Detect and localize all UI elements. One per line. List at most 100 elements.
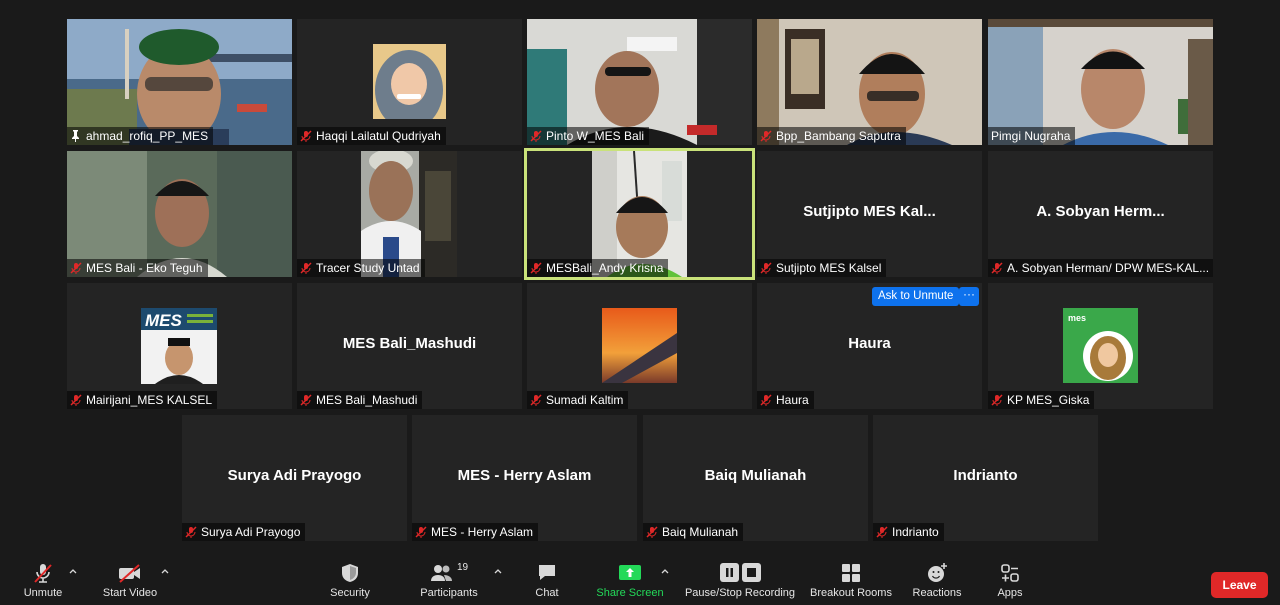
share-screen-icon (619, 565, 641, 580)
participant-name-tag: Haura (757, 391, 814, 409)
participant-tile-sumadi[interactable]: Sumadi Kaltim (527, 283, 752, 409)
participant-tile-eko-teguh[interactable]: MES Bali - Eko Teguh (67, 151, 292, 277)
chevron-up-icon[interactable] (661, 568, 669, 574)
muted-mic-icon (415, 526, 427, 538)
participant-tile-tracer-study[interactable]: Tracer Study Untad (297, 151, 522, 277)
participant-name-tag: Surya Adi Prayogo (182, 523, 306, 541)
participant-name-tag: MES Bali_Mashudi (297, 391, 423, 409)
meeting-toolbar: Unmute Start Video Security 19 Participa… (0, 550, 1280, 605)
profile-photo (373, 44, 446, 119)
muted-mic-icon (530, 394, 542, 406)
participant-tile-haqqi[interactable]: Haqqi Lailatul Qudriyah (297, 19, 522, 145)
profile-photo: mes (1063, 308, 1138, 383)
participant-display-name: Sutjipto MES Kal... (803, 203, 936, 220)
muted-mic-icon (991, 394, 1003, 406)
chevron-up-icon[interactable] (161, 568, 169, 574)
muted-mic-icon (300, 394, 312, 406)
muted-mic-icon (876, 526, 888, 538)
participant-name-tag: Sumadi Kaltim (527, 391, 629, 409)
pause-stop-recording-button[interactable]: Pause/Stop Recording (684, 562, 796, 599)
participant-display-name: MES Bali_Mashudi (342, 335, 477, 352)
shield-icon (342, 564, 358, 582)
pause-stop-icon (720, 563, 761, 582)
participant-tile-haura[interactable]: Ask to Unmute ··· Haura Haura (757, 283, 982, 409)
mes-logo-text: mes (1068, 313, 1086, 323)
participant-tile-surya[interactable]: Surya Adi Prayogo Surya Adi Prayogo (182, 415, 407, 541)
muted-mic-icon (70, 394, 82, 406)
participant-display-name: Baiq Mulianah (704, 467, 807, 484)
breakout-rooms-button[interactable]: Breakout Rooms (808, 562, 894, 599)
participant-tile-mashudi[interactable]: MES Bali_Mashudi MES Bali_Mashudi (297, 283, 522, 409)
leave-button[interactable]: Leave (1211, 572, 1268, 598)
muted-mic-icon (646, 526, 658, 538)
profile-photo (602, 308, 677, 383)
participant-name-tag: MES - Herry Aslam (412, 523, 539, 541)
participants-count: 19 (456, 562, 469, 573)
pin-icon (72, 130, 79, 142)
participant-tile-pinto[interactable]: Pinto W_MES Bali (527, 19, 752, 145)
participant-name-tag: Baiq Mulianah (643, 523, 744, 541)
start-video-button[interactable]: Start Video (100, 562, 160, 599)
breakout-rooms-icon (842, 564, 860, 582)
reactions-button[interactable]: Reactions (909, 562, 965, 599)
muted-mic-icon (70, 262, 82, 274)
muted-mic-icon (760, 394, 772, 406)
video-grid: ahmad_rofiq_PP_MES Haqqi Lailatul Qudriy… (0, 0, 1280, 548)
participant-tile-andy-krisna[interactable]: MESBali_Andy Krisna (524, 148, 755, 280)
chat-button[interactable]: Chat (527, 562, 567, 599)
muted-mic-icon (530, 130, 542, 142)
participant-name-tag: MES Bali - Eko Teguh (67, 259, 208, 277)
participant-name-tag: Haqqi Lailatul Qudriyah (297, 127, 446, 145)
profile-photo: MES (141, 308, 217, 384)
participant-display-name: A. Sobyan Herm... (1036, 203, 1165, 220)
participant-name-tag: Pinto W_MES Bali (527, 127, 650, 145)
apps-icon (1001, 564, 1019, 582)
unmute-button[interactable]: Unmute (18, 562, 68, 599)
apps-button[interactable]: Apps (990, 562, 1030, 599)
participants-button[interactable]: 19 Participants (415, 562, 483, 599)
muted-mic-icon (300, 262, 312, 274)
chevron-up-icon[interactable] (69, 568, 77, 574)
chat-icon (539, 565, 555, 580)
participant-tile-giska[interactable]: mes KP MES_Giska (988, 283, 1213, 409)
participant-display-name: Haura (848, 335, 891, 352)
participant-name-tag: ahmad_rofiq_PP_MES (67, 127, 214, 145)
participant-display-name: MES - Herry Aslam (457, 467, 592, 484)
participant-tile-herry-aslam[interactable]: MES - Herry Aslam MES - Herry Aslam (412, 415, 637, 541)
video-off-icon (119, 564, 140, 583)
muted-mic-icon (185, 526, 197, 538)
participant-name-tag: KP MES_Giska (988, 391, 1095, 409)
participant-name-tag: Sutjipto MES Kalsel (757, 259, 887, 277)
muted-mic-icon (760, 130, 772, 142)
participant-tile-ahmad-rofiq[interactable]: ahmad_rofiq_PP_MES (67, 19, 292, 145)
participants-icon (430, 565, 452, 581)
participant-name-tag: Bpp_Bambang Saputra (757, 127, 906, 145)
muted-mic-icon (760, 262, 772, 274)
participant-tile-mairijani[interactable]: MES Mairijani_MES KALSEL (67, 283, 292, 409)
participant-tile-pimgi[interactable]: Pimgi Nugraha (988, 19, 1213, 145)
participant-name-tag: Indrianto (873, 523, 944, 541)
muted-mic-icon (530, 262, 542, 274)
share-screen-button[interactable]: Share Screen (595, 562, 665, 599)
participant-name-tag: MESBali_Andy Krisna (527, 259, 669, 277)
participant-name-tag: Tracer Study Untad (297, 259, 425, 277)
smiley-plus-icon (928, 563, 947, 582)
muted-mic-icon (991, 262, 1003, 274)
participant-tile-bambang[interactable]: Bpp_Bambang Saputra (757, 19, 982, 145)
participant-tile-indrianto[interactable]: Indrianto Indrianto (873, 415, 1098, 541)
participant-tile-sutjipto[interactable]: Sutjipto MES Kal... Sutjipto MES Kalsel (757, 151, 982, 277)
participant-name-tag: Mairijani_MES KALSEL (67, 391, 218, 409)
mes-logo-text: MES (145, 311, 183, 330)
muted-mic-icon (34, 564, 52, 583)
participant-tile-sobyan[interactable]: A. Sobyan Herm... A. Sobyan Herman/ DPW … (988, 151, 1213, 277)
participant-display-name: Indrianto (953, 467, 1018, 484)
more-options-button[interactable]: ··· (959, 287, 979, 306)
participant-name-tag: Pimgi Nugraha (988, 127, 1076, 145)
security-button[interactable]: Security (325, 562, 375, 599)
ask-to-unmute-button[interactable]: Ask to Unmute (872, 287, 960, 306)
participant-tile-baiq[interactable]: Baiq Mulianah Baiq Mulianah (643, 415, 868, 541)
participant-display-name: Surya Adi Prayogo (227, 467, 362, 484)
muted-mic-icon (300, 130, 312, 142)
chevron-up-icon[interactable] (494, 568, 502, 574)
participant-name-tag: A. Sobyan Herman/ DPW MES-KAL... (988, 259, 1213, 277)
